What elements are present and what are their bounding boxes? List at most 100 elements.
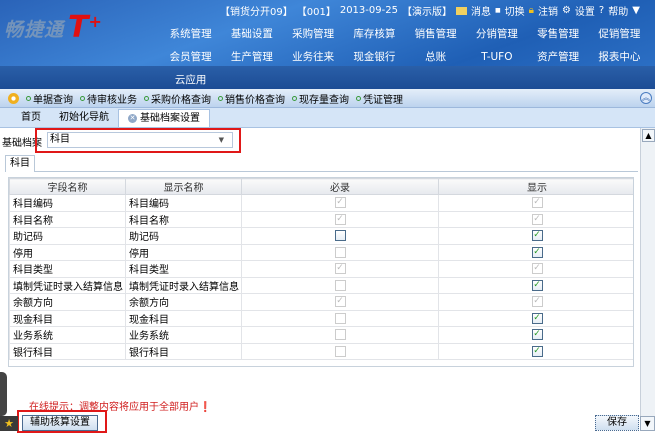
display-name[interactable]: 停用 xyxy=(125,243,242,261)
quick-link-label: 单据查询 xyxy=(33,94,73,106)
menu-item[interactable]: 促销管理 xyxy=(589,26,650,42)
logo-text: 畅捷通 xyxy=(4,19,65,41)
scroll-up-icon[interactable]: ▲ xyxy=(642,129,655,142)
close-icon[interactable]: ✕ xyxy=(128,114,137,123)
bullet-icon xyxy=(144,95,149,101)
logout-link[interactable]: 注销 xyxy=(538,3,558,18)
shown-checkbox: ✓ xyxy=(531,197,543,208)
account-name: 【销货分开09】 xyxy=(220,7,293,18)
menu-item[interactable]: T-UFO xyxy=(466,49,527,65)
logo: 畅捷通 T + xyxy=(4,12,102,43)
save-button[interactable]: 保存 xyxy=(595,415,639,431)
shown-checkbox: ✓ xyxy=(531,263,543,274)
highlight-box xyxy=(17,410,107,433)
shown-checkbox[interactable]: ✓ xyxy=(531,345,543,357)
account-code: 【001】 xyxy=(296,7,336,18)
messages-link[interactable]: 消息 xyxy=(471,3,491,18)
display-name[interactable]: 银行科目 xyxy=(125,342,242,360)
edition: 【演示版】 xyxy=(401,7,452,18)
tab-home[interactable]: 首页 xyxy=(12,109,50,127)
required-checkbox: ✓ xyxy=(334,296,346,307)
shown-cell: ✓ xyxy=(438,260,633,278)
display-name[interactable]: 科目类型 xyxy=(125,260,242,278)
quick-link[interactable]: 采购价格查询 xyxy=(144,91,211,106)
settings-icon: ⚙ xyxy=(561,5,571,16)
display-name[interactable]: 科目编码 xyxy=(125,194,242,212)
required-checkbox xyxy=(334,312,346,324)
switch-link[interactable]: 切换 xyxy=(505,3,525,18)
menu-item[interactable]: 基础设置 xyxy=(221,26,282,42)
table-row: 填制凭证时录入结算信息 填制凭证时录入结算信息 ✓ xyxy=(9,276,633,294)
shown-checkbox[interactable]: ✓ xyxy=(531,312,543,324)
quick-link[interactable]: 待审核业务 xyxy=(80,91,137,106)
highlight-box xyxy=(35,128,241,153)
shown-cell: ✓ xyxy=(438,293,633,311)
switch-icon: ■ xyxy=(494,7,501,14)
menu-item[interactable]: 零售管理 xyxy=(528,26,589,42)
shown-checkbox[interactable]: ✓ xyxy=(531,230,543,241)
menu-item[interactable]: 采购管理 xyxy=(283,26,344,42)
tab-basic-archive-settings[interactable]: ✕ 基础档案设置 xyxy=(118,109,210,127)
menu-item[interactable]: 资产管理 xyxy=(528,49,589,65)
shown-checkbox[interactable]: ✓ xyxy=(531,329,543,340)
field-name: 助记码 xyxy=(9,227,126,245)
quick-link[interactable]: 现存量查询 xyxy=(292,91,349,106)
display-name[interactable]: 科目名称 xyxy=(125,210,242,228)
bullet-icon xyxy=(80,95,85,101)
quick-link[interactable]: 销售价格查询 xyxy=(218,91,285,106)
vertical-scrollbar[interactable]: ▲ xyxy=(640,128,655,418)
required-checkbox xyxy=(334,345,346,357)
chevron-down-icon[interactable]: ▼ xyxy=(632,5,640,16)
quick-link[interactable]: 单据查询 xyxy=(26,91,73,106)
column-header-field: 字段名称 xyxy=(9,178,126,195)
quick-link-label: 凭证管理 xyxy=(363,94,403,106)
shown-cell: ✓ xyxy=(438,342,633,360)
menu-item[interactable]: 现金银行 xyxy=(344,49,405,65)
menu-item[interactable]: 分销管理 xyxy=(466,26,527,42)
required-checkbox: ✓ xyxy=(334,197,346,208)
chevron-down-icon[interactable]: ▼ xyxy=(640,416,655,431)
shown-checkbox: ✓ xyxy=(531,213,543,225)
quick-link-label: 待审核业务 xyxy=(87,94,137,106)
display-name[interactable]: 业务系统 xyxy=(125,326,242,344)
display-name[interactable]: 助记码 xyxy=(125,227,242,245)
subtab-account[interactable]: 科目 xyxy=(5,155,35,172)
display-name[interactable]: 余额方向 xyxy=(125,293,242,311)
menu-item[interactable]: 库存核算 xyxy=(344,26,405,42)
menu-item[interactable]: 系统管理 xyxy=(160,26,221,42)
required-cell xyxy=(241,276,439,294)
field-name: 余额方向 xyxy=(9,293,126,311)
menu-item[interactable]: 生产管理 xyxy=(221,49,282,65)
shown-checkbox[interactable]: ✓ xyxy=(531,279,543,291)
tab-init-guide[interactable]: 初始化导航 xyxy=(50,109,118,127)
field-table: 字段名称 显示名称 必录 显示 科目编码 科目编码 ✓ ✓ 科目名称 科目名称 ✓ ✓ 助记码助… xyxy=(8,177,634,367)
quick-link[interactable]: 凭证管理 xyxy=(356,91,403,106)
tab-label: 基础档案设置 xyxy=(140,112,200,124)
star-icon[interactable]: ★ xyxy=(0,416,18,431)
field-name: 银行科目 xyxy=(9,342,126,360)
bullet-icon xyxy=(356,95,361,101)
collapse-icon[interactable]: ︽ xyxy=(640,92,652,104)
display-name[interactable]: 现金科目 xyxy=(125,309,242,327)
menu-item[interactable]: 销售管理 xyxy=(405,26,466,42)
divider xyxy=(35,171,638,172)
menu-item[interactable]: 报表中心 xyxy=(589,49,650,65)
table-row: 科目编码 科目编码 ✓ ✓ xyxy=(9,194,633,212)
help-link[interactable]: 帮助 xyxy=(608,3,628,18)
field-name: 填制凭证时录入结算信息 xyxy=(9,276,126,294)
shown-checkbox[interactable]: ✓ xyxy=(531,246,543,258)
menu-item[interactable]: 总账 xyxy=(405,49,466,65)
required-checkbox[interactable] xyxy=(334,230,346,241)
menu-item[interactable]: 会员管理 xyxy=(160,49,221,65)
required-cell: ✓ xyxy=(241,210,439,228)
menu-item[interactable]: 云应用 xyxy=(160,72,221,88)
field-name: 业务系统 xyxy=(9,326,126,344)
menu-item[interactable]: 业务往来 xyxy=(283,49,344,65)
shown-cell: ✓ xyxy=(438,243,633,261)
shown-cell: ✓ xyxy=(438,309,633,327)
required-checkbox xyxy=(334,246,346,258)
settings-link[interactable]: 设置 xyxy=(575,3,595,18)
side-panel-handle[interactable] xyxy=(0,372,7,416)
display-name[interactable]: 填制凭证时录入结算信息 xyxy=(125,276,242,294)
required-cell: ✓ xyxy=(241,260,439,278)
